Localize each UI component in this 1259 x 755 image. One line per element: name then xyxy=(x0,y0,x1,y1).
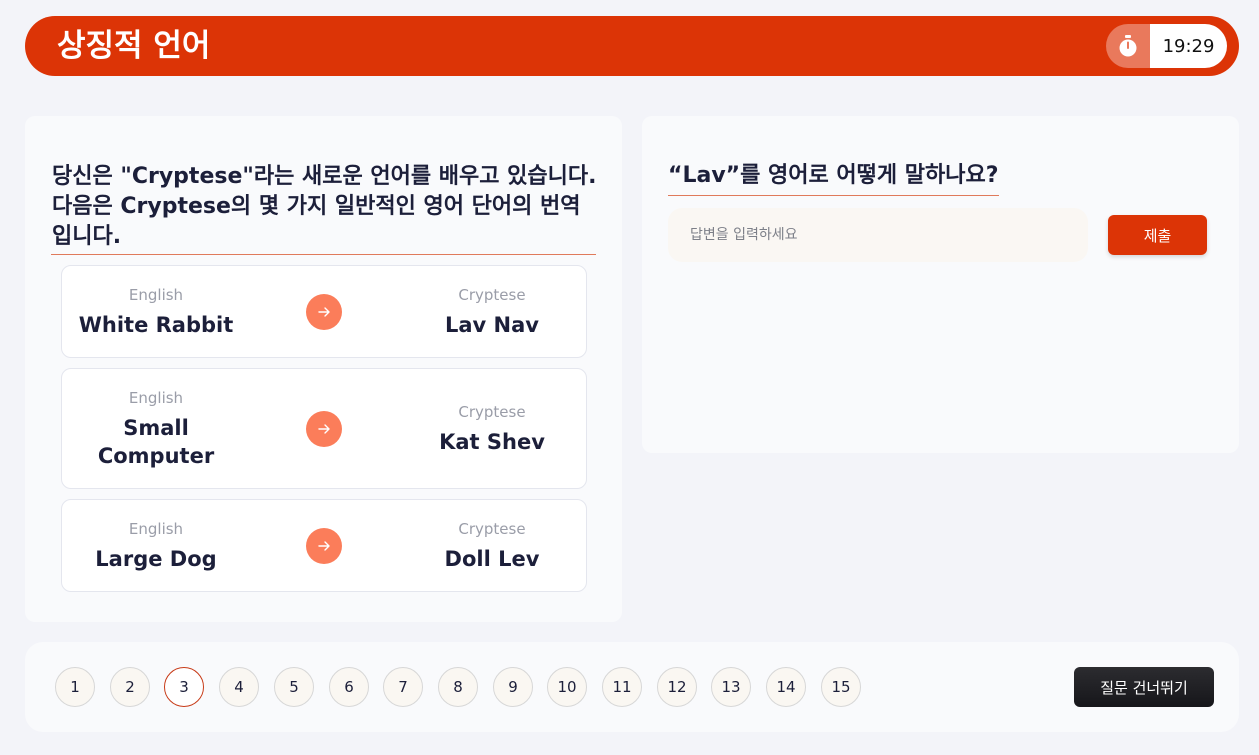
cryptese-column: Cryptese Kat Shev xyxy=(398,369,586,488)
skip-question-button[interactable]: 질문 건너뛰기 xyxy=(1074,667,1214,707)
page-button-3[interactable]: 3 xyxy=(164,667,204,707)
cryptese-label: Cryptese xyxy=(458,519,526,538)
english-column: English White Rabbit xyxy=(62,266,250,357)
arrow-right-icon xyxy=(306,411,342,447)
page-button-6[interactable]: 6 xyxy=(329,667,369,707)
intro-divider xyxy=(51,254,596,255)
page-button-5[interactable]: 5 xyxy=(274,667,314,707)
timer-value: 19:29 xyxy=(1150,24,1227,68)
page-button-1[interactable]: 1 xyxy=(55,667,95,707)
answer-input[interactable] xyxy=(668,208,1088,262)
cryptese-word: Kat Shev xyxy=(439,429,545,454)
page-button-9[interactable]: 9 xyxy=(493,667,533,707)
cryptese-word: Doll Lev xyxy=(444,546,540,571)
english-column: English Small Computer xyxy=(62,369,250,488)
page-button-10[interactable]: 10 xyxy=(547,667,587,707)
submit-button[interactable]: 제출 xyxy=(1108,215,1207,255)
cryptese-word: Lav Nav xyxy=(445,312,539,337)
question-text: “Lav”를 영어로 어떻게 말하나요? xyxy=(668,161,999,196)
header-bar: 상징적 언어 19:29 xyxy=(25,16,1239,76)
page-button-14[interactable]: 14 xyxy=(766,667,806,707)
cryptese-label: Cryptese xyxy=(458,402,526,421)
english-column: English Large Dog xyxy=(62,500,250,591)
page-button-12[interactable]: 12 xyxy=(657,667,697,707)
page-button-11[interactable]: 11 xyxy=(602,667,642,707)
translation-card: English Large Dog Cryptese Doll Lev xyxy=(61,499,587,592)
page-button-8[interactable]: 8 xyxy=(438,667,478,707)
page-button-4[interactable]: 4 xyxy=(219,667,259,707)
page-button-15[interactable]: 15 xyxy=(821,667,861,707)
page-button-13[interactable]: 13 xyxy=(711,667,751,707)
english-label: English xyxy=(128,388,184,407)
english-label: English xyxy=(128,285,184,304)
timer: 19:29 xyxy=(1106,24,1227,68)
footer-bar: 1 2 3 4 5 6 7 8 9 10 11 12 13 14 15 질문 건… xyxy=(25,642,1239,732)
stopwatch-icon xyxy=(1106,24,1150,68)
question-panel: “Lav”를 영어로 어떻게 말하나요? 제출 xyxy=(642,116,1239,453)
english-label: English xyxy=(128,519,184,538)
translation-card: English White Rabbit Cryptese Lav Nav xyxy=(61,265,587,358)
page-button-2[interactable]: 2 xyxy=(110,667,150,707)
arrow-right-icon xyxy=(306,294,342,330)
translations-panel: 당신은 "Cryptese"라는 새로운 언어를 배우고 있습니다. 다음은 C… xyxy=(25,116,622,622)
cryptese-label: Cryptese xyxy=(458,285,526,304)
translation-card: English Small Computer Cryptese Kat Shev xyxy=(61,368,587,489)
english-word: White Rabbit xyxy=(78,312,234,337)
page-title: 상징적 언어 xyxy=(57,28,211,64)
page-button-7[interactable]: 7 xyxy=(383,667,423,707)
english-word: Small Computer xyxy=(97,415,215,468)
english-word: Large Dog xyxy=(95,546,217,571)
cryptese-column: Cryptese Doll Lev xyxy=(398,500,586,591)
intro-text: 당신은 "Cryptese"라는 새로운 언어를 배우고 있습니다. 다음은 C… xyxy=(52,164,597,249)
cryptese-column: Cryptese Lav Nav xyxy=(398,266,586,357)
arrow-right-icon xyxy=(306,528,342,564)
